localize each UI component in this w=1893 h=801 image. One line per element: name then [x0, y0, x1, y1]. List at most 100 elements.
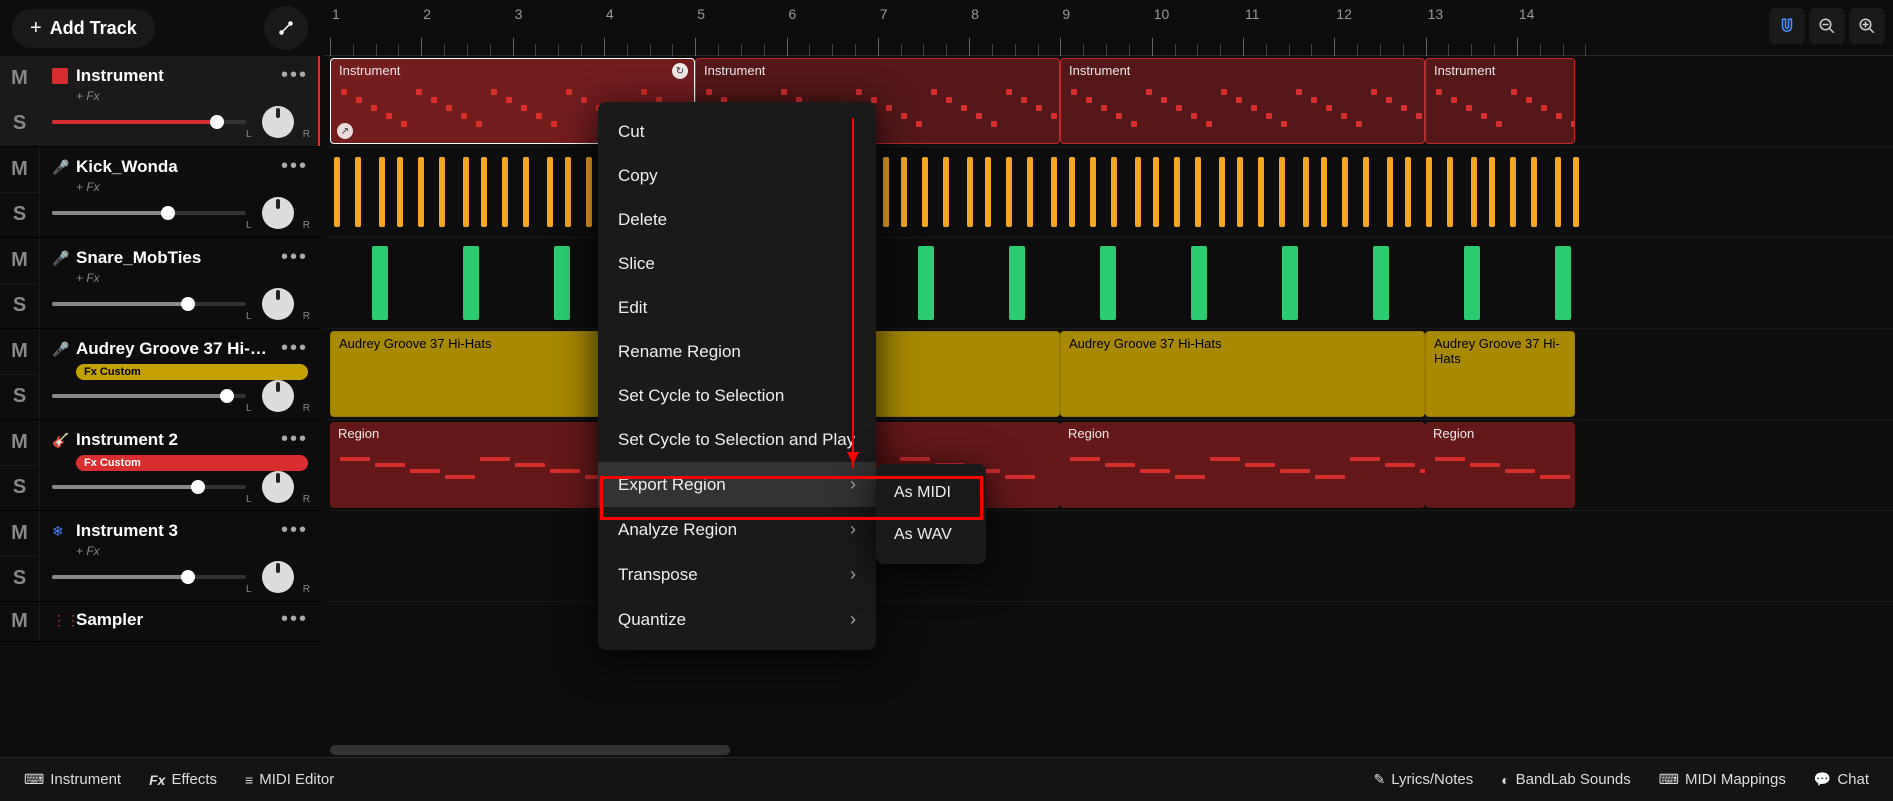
- automation-toggle-button[interactable]: [264, 6, 308, 50]
- loop-handle-icon[interactable]: ↻: [672, 63, 688, 79]
- mic-icon: 🎤: [52, 341, 68, 357]
- horizontal-scrollbar[interactable]: [330, 745, 730, 755]
- bottom-tab-piano[interactable]: ⌨Instrument: [12, 765, 133, 794]
- volume-slider[interactable]: [52, 211, 246, 215]
- audio-waveform: [901, 157, 907, 227]
- solo-button[interactable]: S: [0, 556, 40, 602]
- audio-region[interactable]: Audrey Groove 37 Hi-Hats: [1425, 331, 1575, 417]
- bottom-tab-midi[interactable]: ≡MIDI Editor: [233, 765, 346, 794]
- bottom-tab-fx[interactable]: FxEffects: [137, 765, 229, 794]
- context-menu-item[interactable]: Rename Region: [598, 330, 876, 374]
- mute-button[interactable]: M: [0, 602, 40, 641]
- audio-waveform: [1237, 157, 1243, 227]
- context-menu-item[interactable]: Quantize›: [598, 597, 876, 642]
- volume-slider[interactable]: [52, 394, 246, 398]
- bottom-tab-piano[interactable]: ⌨MIDI Mappings: [1647, 765, 1798, 794]
- solo-button[interactable]: S: [0, 192, 40, 238]
- zoom-out-button[interactable]: [1809, 8, 1845, 44]
- snap-magnet-button[interactable]: [1769, 8, 1805, 44]
- solo-button[interactable]: S: [0, 283, 40, 329]
- ruler-bar-number: 11: [1245, 6, 1260, 22]
- track-more-button[interactable]: •••: [281, 608, 308, 631]
- timeline-lane[interactable]: [324, 238, 1893, 329]
- fx-add-button[interactable]: + Fx: [76, 544, 308, 558]
- bottom-tab-wand[interactable]: ✎Lyrics/Notes: [1362, 765, 1486, 794]
- fx-badge[interactable]: Fx Custom: [76, 364, 308, 380]
- audio-waveform: [418, 157, 424, 227]
- pan-knob[interactable]: [262, 561, 294, 593]
- track-more-button[interactable]: •••: [281, 64, 308, 87]
- track-more-button[interactable]: •••: [281, 428, 308, 451]
- fx-add-button[interactable]: + Fx: [76, 89, 308, 103]
- fx-badge[interactable]: Fx Custom: [76, 455, 308, 471]
- context-submenu-item[interactable]: As MIDI: [876, 472, 986, 514]
- solo-button[interactable]: S: [0, 465, 40, 511]
- mute-button[interactable]: M: [0, 147, 40, 192]
- timeline-arrangement[interactable]: Instrument↻↗InstrumentInstrumentInstrume…: [324, 56, 1893, 757]
- pan-knob[interactable]: [262, 471, 294, 503]
- context-menu-item[interactable]: Export Region›: [598, 462, 876, 507]
- context-menu-label: Export Region: [618, 475, 726, 495]
- timeline-lane[interactable]: [324, 147, 1893, 238]
- volume-slider[interactable]: [52, 485, 246, 489]
- track-more-button[interactable]: •••: [281, 155, 308, 178]
- volume-slider[interactable]: [52, 302, 246, 306]
- context-submenu-item[interactable]: As WAV: [876, 514, 986, 556]
- mute-button[interactable]: M: [0, 329, 40, 374]
- solo-button[interactable]: S: [0, 374, 40, 420]
- track-row[interactable]: M S ❄ Instrument 3 ••• + Fx L R: [0, 511, 320, 602]
- context-menu-item[interactable]: Edit: [598, 286, 876, 330]
- fx-add-button[interactable]: + Fx: [76, 180, 308, 194]
- solo-button[interactable]: S: [0, 101, 40, 147]
- timeline-lane[interactable]: Audrey Groove 37 Hi-HatsAudrey Groove 37…: [324, 329, 1893, 420]
- context-menu-item[interactable]: Transpose›: [598, 552, 876, 597]
- track-more-button[interactable]: •••: [281, 337, 308, 360]
- audio-waveform: [547, 157, 553, 227]
- mute-button[interactable]: M: [0, 420, 40, 465]
- track-name: Audrey Groove 37 Hi-…: [76, 339, 267, 359]
- track-more-button[interactable]: •••: [281, 519, 308, 542]
- pan-knob[interactable]: [262, 106, 294, 138]
- timeline-lane[interactable]: RegionRegionRegion: [324, 420, 1893, 511]
- context-menu-item[interactable]: Slice: [598, 242, 876, 286]
- context-menu-item[interactable]: Set Cycle to Selection and Play: [598, 418, 876, 462]
- midi-region[interactable]: Instrument: [1425, 58, 1575, 144]
- context-menu-item[interactable]: Cut: [598, 110, 876, 154]
- track-row[interactable]: M S 🎸 Instrument 2 ••• Fx Custom L R: [0, 420, 320, 511]
- fx-add-button[interactable]: + Fx: [76, 271, 308, 285]
- pan-knob[interactable]: [262, 197, 294, 229]
- bottom-tab-chat[interactable]: 💬Chat: [1802, 765, 1881, 794]
- mute-button[interactable]: M: [0, 56, 40, 101]
- audio-waveform: [355, 157, 361, 227]
- pan-knob[interactable]: [262, 380, 294, 412]
- timeline-lane[interactable]: [324, 511, 1893, 602]
- audio-waveform: [1447, 157, 1453, 227]
- audio-waveform: [523, 157, 529, 227]
- track-row[interactable]: M S 🎤 Kick_Wonda ••• + Fx L R: [0, 147, 320, 238]
- zoom-in-button[interactable]: [1849, 8, 1885, 44]
- timeline-lane[interactable]: Instrument↻↗InstrumentInstrumentInstrume…: [324, 56, 1893, 147]
- midi-region[interactable]: Region: [1060, 422, 1425, 508]
- track-name: Instrument 3: [76, 521, 178, 541]
- add-track-button[interactable]: + Add Track: [12, 9, 155, 48]
- track-row[interactable]: M S 🎤 Audrey Groove 37 Hi-… ••• Fx Custo…: [0, 329, 320, 420]
- midi-region[interactable]: Region: [1425, 422, 1575, 508]
- context-menu-item[interactable]: Set Cycle to Selection: [598, 374, 876, 418]
- midi-region[interactable]: Instrument: [1060, 58, 1425, 144]
- pan-knob[interactable]: [262, 288, 294, 320]
- volume-slider[interactable]: [52, 120, 246, 124]
- mute-button[interactable]: M: [0, 511, 40, 556]
- mute-button[interactable]: M: [0, 238, 40, 283]
- context-menu-item[interactable]: Copy: [598, 154, 876, 198]
- track-row[interactable]: M S Instrument ••• + Fx L R: [0, 56, 320, 147]
- context-menu-item[interactable]: Analyze Region›: [598, 507, 876, 552]
- bottom-tab-sounds[interactable]: ◐BandLab Sounds: [1489, 765, 1643, 794]
- context-menu-item[interactable]: Delete: [598, 198, 876, 242]
- volume-slider[interactable]: [52, 575, 246, 579]
- audio-waveform: [1027, 157, 1033, 227]
- track-row[interactable]: M S 🎤 Snare_MobTies ••• + Fx L R: [0, 238, 320, 329]
- export-handle-icon[interactable]: ↗: [337, 123, 353, 139]
- audio-region[interactable]: Audrey Groove 37 Hi-Hats: [1060, 331, 1425, 417]
- timeline-ruler[interactable]: 1234567891011121314: [324, 0, 1893, 56]
- track-more-button[interactable]: •••: [281, 246, 308, 269]
